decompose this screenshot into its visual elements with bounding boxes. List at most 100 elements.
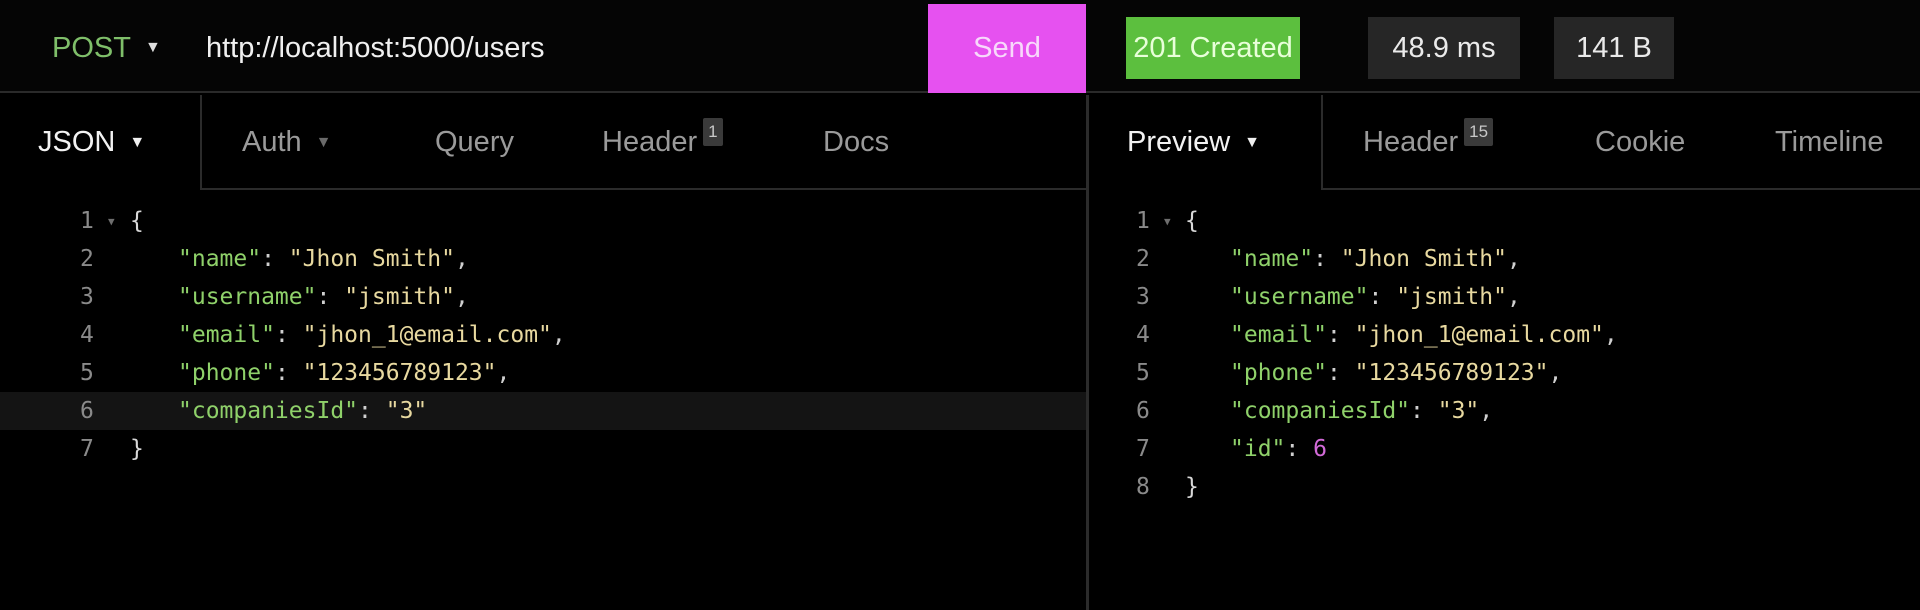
- colon: :: [1326, 360, 1355, 386]
- json-key: "name": [178, 246, 262, 272]
- code-line: 5 "phone": "123456789123",: [1136, 360, 1563, 386]
- code-line: 7 "id": 6: [1136, 436, 1327, 462]
- chevron-down-icon: ▼: [315, 133, 332, 151]
- tab-timeline[interactable]: Timeline: [1775, 95, 1884, 190]
- fold-toggle-icon[interactable]: ▼: [1164, 215, 1171, 228]
- tab-label: Timeline: [1775, 126, 1884, 158]
- tab-body-json[interactable]: JSON ▼: [38, 95, 145, 190]
- tab-docs[interactable]: Docs: [823, 95, 889, 190]
- json-value: "Jhon Smith": [1340, 246, 1507, 272]
- code-line: 2 "name": "Jhon Smith",: [1136, 246, 1521, 272]
- json-key: "companiesId": [178, 398, 359, 424]
- send-button[interactable]: Send: [928, 4, 1086, 93]
- comma: ,: [1479, 398, 1494, 424]
- code-line: 3 "username": "jsmith",: [1136, 284, 1521, 310]
- json-key: "email": [178, 322, 275, 348]
- tab-label: Query: [435, 126, 514, 158]
- request-pane: JSON ▼ Auth ▼ Query Header 1 Docs 1 ▼ {2 "n…: [0, 95, 1086, 610]
- json-key: "id": [1230, 436, 1286, 462]
- tab-label: Docs: [823, 126, 890, 158]
- code-line: 1 ▼{: [1136, 208, 1199, 234]
- colon: :: [274, 322, 303, 348]
- json-key: "phone": [178, 360, 275, 386]
- header-count-badge: 15: [1464, 117, 1494, 146]
- response-pane: Preview ▼ Header 15 Cookie Timeline 1 ▼{2…: [1089, 95, 1920, 610]
- chevron-down-icon: ▼: [1244, 133, 1260, 151]
- response-time-badge: 48.9 ms: [1368, 17, 1520, 79]
- json-key: "username": [1230, 284, 1369, 310]
- code-text: "name": "Jhon Smith",: [178, 246, 469, 272]
- code-text: "phone": "123456789123",: [1230, 360, 1562, 386]
- json-key: "companiesId": [1230, 398, 1411, 424]
- url-input[interactable]: [206, 26, 906, 70]
- json-value: "123456789123": [1354, 360, 1549, 386]
- code-line[interactable]: 7}: [0, 430, 1086, 468]
- status-badge: 201 Created: [1126, 17, 1300, 79]
- tab-label: Auth: [242, 126, 302, 158]
- tab-cookie[interactable]: Cookie: [1595, 95, 1685, 190]
- fold-toggle-icon[interactable]: ▼: [108, 215, 115, 228]
- tab-query[interactable]: Query: [435, 95, 514, 190]
- code-line[interactable]: 5 "phone": "123456789123",: [0, 354, 1086, 392]
- code-line[interactable]: 6 "companiesId": "3": [0, 392, 1086, 430]
- code-text: "companiesId": "3": [178, 398, 427, 424]
- json-value: "123456789123": [302, 360, 497, 386]
- json-value: 6: [1313, 436, 1327, 462]
- response-size-badge: 141 B: [1554, 17, 1674, 79]
- colon: :: [1410, 398, 1438, 424]
- json-key: "email": [1230, 322, 1327, 348]
- code-text: "companiesId": "3",: [1230, 398, 1493, 424]
- tab-preview[interactable]: Preview ▼: [1127, 95, 1260, 190]
- json-key: "username": [178, 284, 317, 310]
- comma: ,: [1506, 284, 1521, 310]
- code-text: "email": "jhon_1@email.com",: [178, 322, 566, 348]
- colon: :: [274, 360, 303, 386]
- code-line[interactable]: 1 ▼{: [0, 202, 1086, 240]
- close-brace: }: [1185, 474, 1199, 500]
- tab-auth[interactable]: Auth ▼: [242, 95, 332, 190]
- code-text: "name": "Jhon Smith",: [1230, 246, 1521, 272]
- request-tabbar: JSON ▼ Auth ▼ Query Header 1 Docs: [0, 95, 1086, 190]
- code-text: "phone": "123456789123",: [178, 360, 510, 386]
- tab-header[interactable]: Header 1: [602, 95, 723, 190]
- colon: :: [1285, 436, 1314, 462]
- request-body-editor[interactable]: 1 ▼{2 "name": "Jhon Smith", 3 "username": "j…: [0, 202, 1086, 468]
- json-value: "Jhon Smith": [288, 246, 455, 272]
- comma: ,: [454, 246, 469, 272]
- code-text: "username": "jsmith",: [178, 284, 469, 310]
- code-text: {: [1185, 208, 1199, 234]
- colon: :: [1326, 322, 1355, 348]
- tab-response-header[interactable]: Header 15: [1363, 95, 1494, 190]
- json-value: "jsmith": [344, 284, 455, 310]
- code-line: 8}: [1136, 474, 1199, 500]
- header-count-badge: 1: [703, 117, 723, 146]
- comma: ,: [1548, 360, 1563, 386]
- chevron-down-icon: ▼: [144, 39, 161, 56]
- code-line: 6 "companiesId": "3",: [1136, 398, 1494, 424]
- code-text: }: [1185, 474, 1199, 500]
- open-brace: {: [130, 208, 144, 234]
- method-dropdown[interactable]: POST ▼: [52, 28, 161, 68]
- code-text: {: [130, 208, 144, 234]
- comma: ,: [551, 322, 566, 348]
- tab-label: Header: [1363, 126, 1459, 158]
- open-brace: {: [1185, 208, 1199, 234]
- tab-label: Header: [602, 126, 698, 158]
- json-key: "phone": [1230, 360, 1327, 386]
- code-text: "username": "jsmith",: [1230, 284, 1521, 310]
- code-line[interactable]: 3 "username": "jsmith",: [0, 278, 1086, 316]
- json-value: "jsmith": [1396, 284, 1507, 310]
- colon: :: [1313, 246, 1341, 272]
- comma: ,: [496, 360, 511, 386]
- tab-label: JSON: [38, 126, 116, 158]
- comma: ,: [1603, 322, 1618, 348]
- code-line: 4 "email": "jhon_1@email.com",: [1136, 322, 1618, 348]
- comma: ,: [454, 284, 469, 310]
- json-value: "3": [385, 398, 428, 424]
- tab-label: Preview: [1127, 126, 1231, 158]
- code-line[interactable]: 2 "name": "Jhon Smith",: [0, 240, 1086, 278]
- tab-label: Cookie: [1595, 126, 1686, 158]
- code-line[interactable]: 4 "email": "jhon_1@email.com",: [0, 316, 1086, 354]
- chevron-down-icon: ▼: [129, 133, 146, 151]
- json-value: "jhon_1@email.com": [1354, 322, 1604, 348]
